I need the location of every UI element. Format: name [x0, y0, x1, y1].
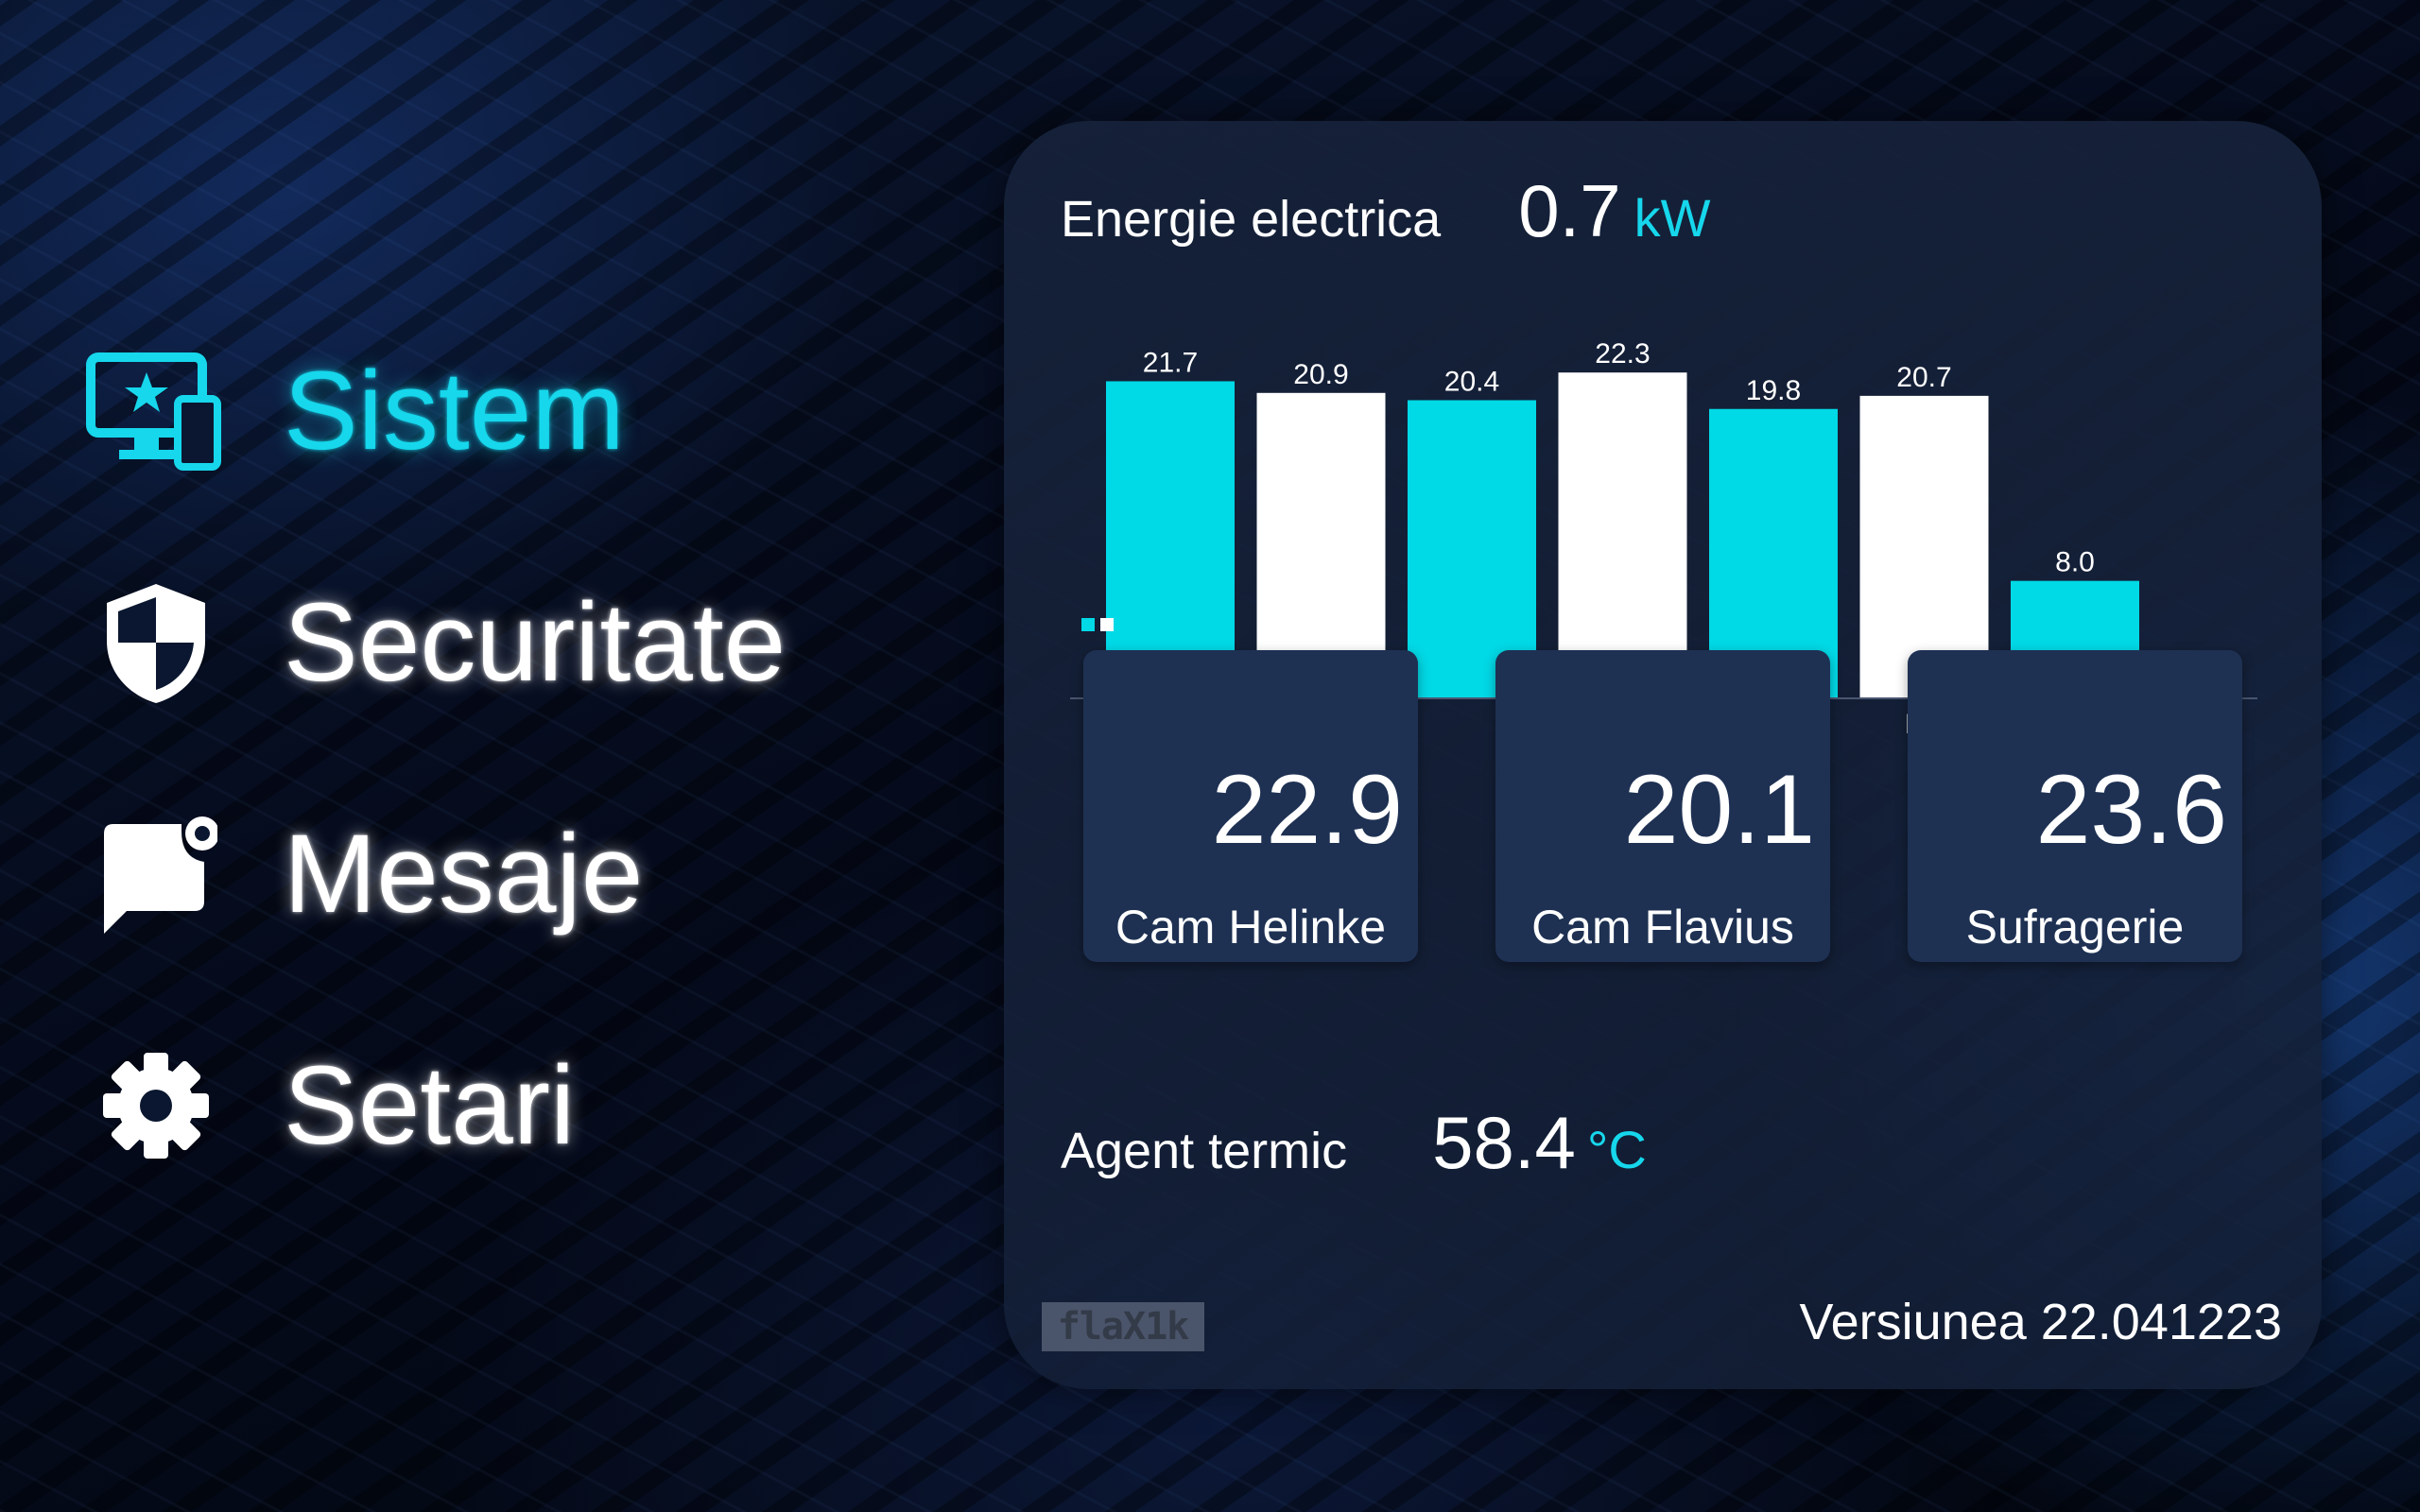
room-name: Sufragerie	[1965, 901, 2185, 954]
agent-unit: °C	[1586, 1120, 1647, 1179]
menu-label-securitate: Securitate	[284, 580, 786, 705]
room-temperature: 23.6	[2035, 755, 2227, 865]
menu-item-setari[interactable]: Setari	[85, 1035, 936, 1177]
chart-value-label: 20.4	[1444, 367, 1499, 398]
gear-icon	[85, 1035, 227, 1177]
logo-text: flaX1k	[1057, 1305, 1189, 1349]
energy-label: Energie electrica	[1061, 191, 1442, 248]
menu-label-setari: Setari	[284, 1043, 576, 1168]
chart-value-label: 20.9	[1293, 359, 1348, 390]
agent-label: Agent termic	[1061, 1123, 1348, 1179]
energy-value: 0.7	[1518, 169, 1621, 252]
dashboard-panel: Energie electrica 0.7 kW 21.7 20.9 20.4 22.…	[1004, 121, 2322, 1389]
room-card-cam-flavius[interactable]: 20.1 Cam Flavius	[1495, 650, 1830, 962]
chart-value-label: 21.7	[1143, 347, 1198, 378]
monitor-star-icon	[85, 340, 227, 482]
chart-legend	[1081, 618, 1114, 631]
menu-item-securitate[interactable]: Securitate	[85, 572, 936, 713]
chart-value-label: 8.0	[2055, 547, 2095, 578]
room-card-sufragerie[interactable]: 23.6 Sufragerie	[1908, 650, 2242, 962]
room-temperature: 20.1	[1623, 755, 1815, 865]
chart-value-label: 20.7	[1896, 362, 1951, 393]
brand-logo: flaX1k	[1042, 1302, 1204, 1351]
chart-bar	[1558, 372, 1687, 697]
room-card-cam-helinke[interactable]: 22.9 Cam Helinke	[1083, 650, 1418, 962]
menu-label-sistem: Sistem	[284, 349, 625, 473]
menu-item-mesaje[interactable]: Mesaje	[85, 803, 936, 945]
shield-icon	[85, 572, 227, 713]
chart-value-label: 19.8	[1746, 375, 1801, 406]
legend-swatch-cyan	[1081, 618, 1095, 631]
message-icon	[85, 803, 227, 945]
legend-swatch-white	[1100, 618, 1114, 631]
agent-value: 58.4	[1432, 1101, 1576, 1184]
room-name: Cam Flavius	[1531, 901, 1794, 954]
room-name: Cam Helinke	[1115, 901, 1387, 954]
agent-termic-row: Agent termic 58.4 °C	[1061, 1100, 1647, 1186]
chart-value-label: 22.3	[1595, 338, 1650, 369]
version-label: Versiunea 22.041223	[1799, 1294, 2282, 1350]
menu-item-sistem[interactable]: Sistem	[85, 340, 936, 482]
menu-label-mesaje: Mesaje	[284, 812, 644, 936]
room-temperature: 22.9	[1211, 755, 1403, 865]
energy-unit: kW	[1634, 188, 1711, 248]
energy-header: Energie electrica 0.7 kW	[1061, 168, 1711, 254]
